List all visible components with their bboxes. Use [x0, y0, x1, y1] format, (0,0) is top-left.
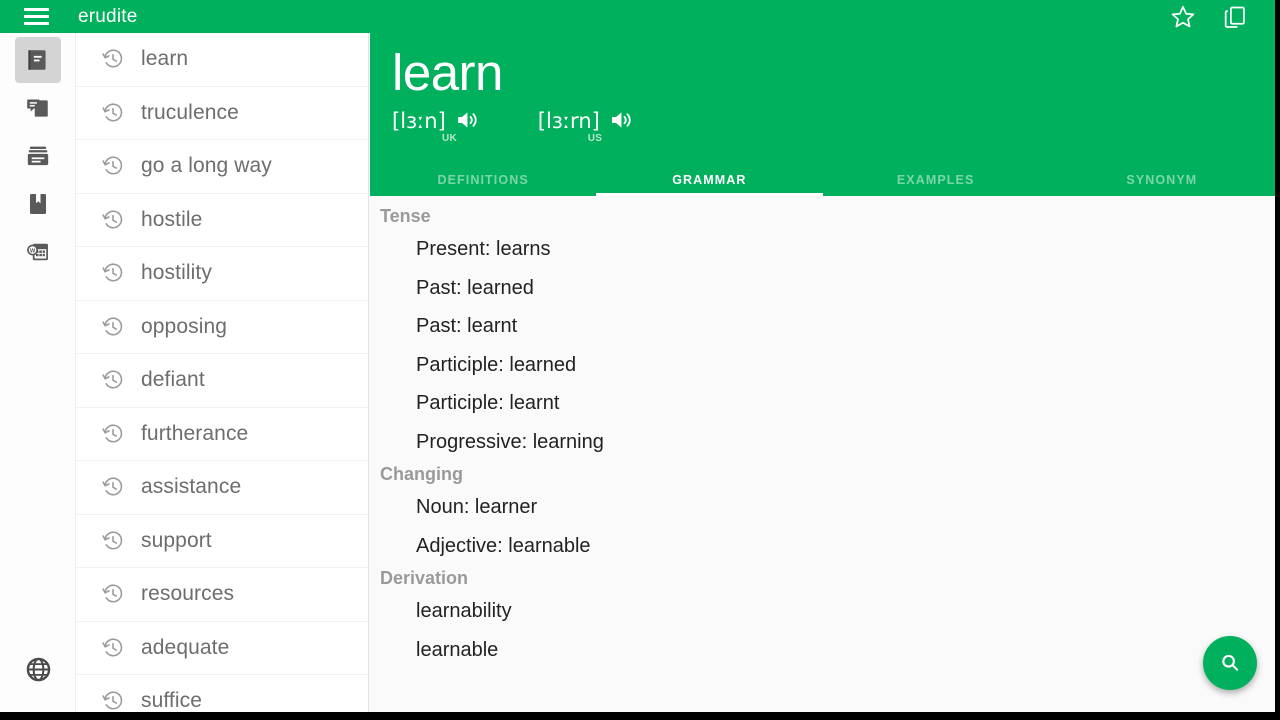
grammar-row: learnable	[416, 638, 499, 661]
app-title: erudite	[78, 5, 138, 27]
grammar-row: Past: learnt	[416, 315, 518, 337]
history-item-label: go a long way	[141, 154, 272, 178]
grammar-row: learnability	[416, 600, 512, 622]
grammar-row: Participle: learnt	[416, 392, 560, 414]
app-bar-actions	[1168, 2, 1250, 32]
bookmarks-icon	[29, 194, 47, 214]
sidebar-item-bookmarks[interactable]	[15, 181, 61, 227]
ipa-text: [lɜːrn]	[537, 109, 600, 133]
word-detail-pane: learn [lɜːn] UK [lɜːrn] US DEFINITIONS GRAMM…	[370, 33, 1275, 712]
tab-synonym[interactable]: SYNONYM	[1049, 164, 1275, 196]
history-clock-icon	[102, 209, 124, 231]
history-list[interactable]: learn truculence go a long way hostile hosti…	[76, 33, 369, 712]
grammar-row: Past: learned	[416, 276, 534, 299]
history-clock-icon	[102, 316, 124, 338]
history-clock-icon	[102, 369, 124, 391]
history-clock-icon	[102, 102, 124, 124]
history-item-label: hostile	[141, 207, 203, 231]
pronunciation-region-label: UK	[442, 133, 458, 144]
history-item-label: furtherance	[141, 421, 249, 445]
history-item-label: defiant	[141, 368, 205, 392]
history-item[interactable]: go a long way	[76, 140, 368, 194]
pronunciation-uk[interactable]: [lɜːn] UK	[392, 107, 480, 144]
pronunciation-row: [lɜːn] UK [lɜːrn] US	[392, 107, 634, 144]
history-item-label: opposing	[141, 314, 228, 338]
search-fab[interactable]	[1203, 636, 1257, 690]
page-title: learn	[392, 44, 503, 101]
app-root: erudite W learn truculence go a long way…	[0, 0, 1280, 720]
word-header: learn [lɜːn] UK [lɜːrn] US DEFINITIONS GRAMM…	[370, 33, 1275, 196]
history-item-label: resources	[141, 582, 235, 606]
history-item[interactable]: suffice	[76, 675, 368, 712]
idioms-icon	[27, 99, 48, 117]
grammar-section-title: Changing	[380, 464, 463, 484]
word-of-the-day-icon: W	[27, 243, 48, 261]
history-clock-icon	[102, 48, 124, 70]
history-clock-icon	[102, 476, 124, 498]
history-clock-icon	[102, 155, 124, 177]
history-item-label: support	[141, 528, 212, 552]
sidebar-item-word-of-the-day[interactable]: W	[15, 229, 61, 275]
history-item[interactable]: truculence	[76, 86, 368, 140]
history-item-label: truculence	[141, 100, 239, 124]
history-item[interactable]: opposing	[76, 300, 368, 354]
history-item-label: assistance	[141, 475, 242, 499]
pronunciation-us[interactable]: [lɜːrn] US	[537, 107, 634, 144]
history-item[interactable]: defiant	[76, 354, 368, 408]
flashcards-icon	[27, 146, 49, 166]
grammar-row: Noun: learner	[416, 496, 538, 518]
tab-definitions[interactable]: DEFINITIONS	[370, 164, 596, 196]
history-item[interactable]: learn	[76, 33, 368, 87]
history-item[interactable]: support	[76, 514, 368, 568]
grammar-row: Participle: learned	[416, 353, 577, 376]
history-item-label: adequate	[141, 635, 230, 659]
history-item-label: hostility	[141, 261, 212, 285]
hamburger-menu-icon[interactable]	[12, 0, 60, 33]
sidebar-item-idioms[interactable]	[15, 85, 61, 131]
history-clock-icon	[102, 423, 124, 445]
history-item[interactable]: assistance	[76, 461, 368, 515]
history-clock-icon	[102, 637, 124, 659]
speaker-icon[interactable]	[608, 107, 634, 138]
dictionary-icon	[28, 50, 46, 70]
history-clock-icon	[102, 690, 124, 712]
grammar-row: Present: learns	[416, 238, 551, 260]
tab-bar: DEFINITIONS GRAMMAR EXAMPLES SYNONYM	[370, 164, 1275, 196]
tab-grammar[interactable]: GRAMMAR	[596, 164, 823, 196]
history-item-label: suffice	[141, 689, 203, 712]
grammar-section-title: Tense	[380, 206, 431, 226]
history-item[interactable]: furtherance	[76, 407, 368, 461]
history-item[interactable]: resources	[76, 568, 368, 622]
history-clock-icon	[102, 262, 124, 284]
speaker-icon[interactable]	[454, 107, 480, 138]
svg-text:W: W	[30, 249, 36, 255]
pronunciation-region-label: US	[587, 133, 603, 144]
grammar-row: Progressive: learning	[416, 430, 604, 453]
left-nav-rail: W	[0, 33, 76, 712]
grammar-content: Tense Present: learns Past: learned Past: l…	[370, 196, 1275, 712]
sidebar-item-language[interactable]	[23, 654, 53, 684]
copy-icon[interactable]	[1220, 2, 1250, 32]
search-icon	[1222, 654, 1239, 671]
history-clock-icon	[102, 583, 124, 605]
history-item[interactable]: hostility	[76, 247, 368, 301]
history-item[interactable]: adequate	[76, 621, 368, 675]
history-clock-icon	[102, 530, 124, 552]
sidebar-item-dictionary[interactable]	[15, 37, 61, 83]
app-viewport: erudite W learn truculence go a long way…	[0, 0, 1275, 712]
favorite-star-icon[interactable]	[1168, 2, 1198, 32]
ipa-text: [lɜːn]	[392, 109, 446, 133]
tab-examples[interactable]: EXAMPLES	[823, 164, 1049, 196]
globe-icon	[26, 657, 50, 681]
history-item-label: learn	[141, 47, 189, 71]
app-bar: erudite	[0, 0, 1275, 33]
grammar-row: Adjective: learnable	[416, 534, 591, 557]
sidebar-item-flashcards[interactable]	[15, 133, 61, 179]
grammar-section-title: Derivation	[380, 568, 469, 588]
history-item[interactable]: hostile	[76, 193, 368, 247]
